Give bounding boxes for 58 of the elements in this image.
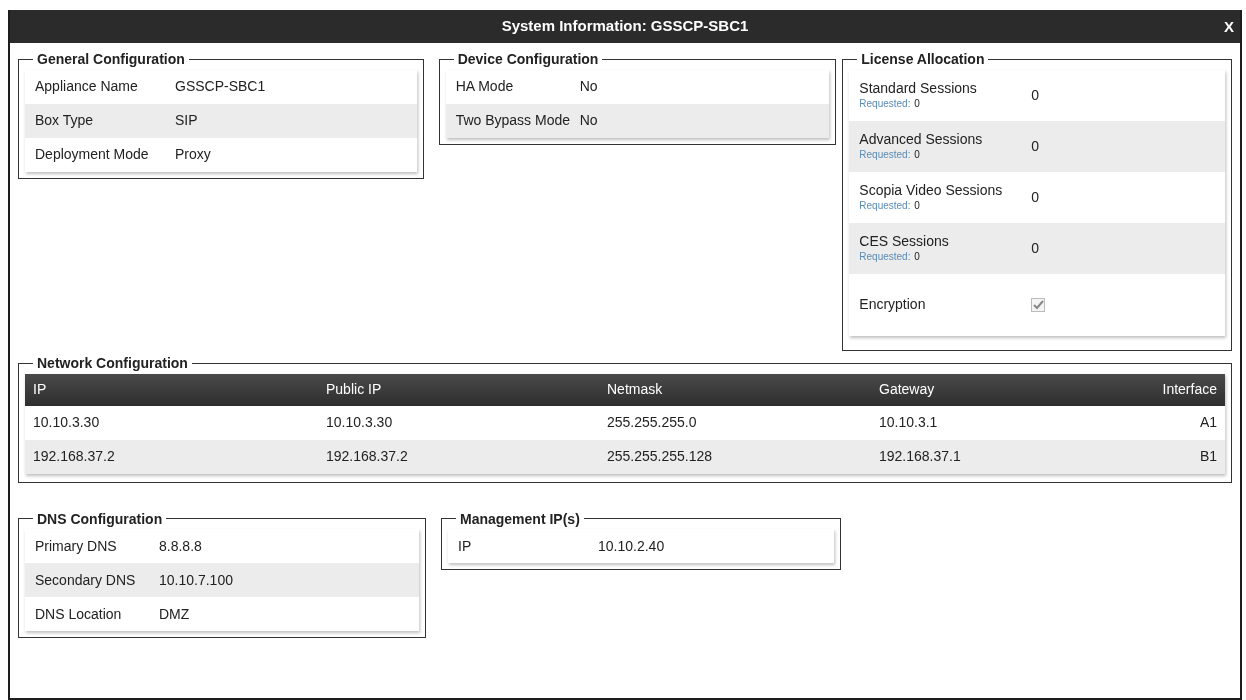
- requested-label: Requested:: [859, 149, 911, 161]
- requested-label: Requested:: [859, 200, 911, 212]
- requested-label: Requested:: [859, 98, 911, 110]
- group-title: Device Configuration: [456, 51, 600, 68]
- field-label: DNS Location: [35, 604, 123, 624]
- field-label: Two Bypass Mode: [455, 111, 571, 131]
- group-title: General Configuration: [36, 51, 186, 68]
- field-value: No: [579, 111, 598, 131]
- group-title: DNS Configuration: [36, 510, 164, 528]
- field-value: DMZ: [159, 604, 190, 624]
- field-label: Advanced Sessions: [859, 131, 984, 147]
- requested-value: 0: [914, 98, 920, 110]
- field-value: 0: [1031, 136, 1040, 156]
- group-title: Management IP(s): [459, 510, 581, 528]
- field-label: Primary DNS: [35, 536, 118, 556]
- requested-value: 0: [914, 251, 920, 263]
- field-label: Secondary DNS: [35, 570, 137, 590]
- field-value: 8.8.8.8: [159, 536, 202, 556]
- table-cell: 10.10.3.1: [871, 405, 1145, 440]
- column-header: Public IP: [318, 373, 599, 406]
- field-label: Encryption: [859, 297, 927, 313]
- table-cell: 192.168.37.2: [25, 439, 318, 474]
- field-value: SIP: [175, 111, 198, 131]
- field-label: Box Type: [35, 111, 95, 131]
- column-header: Interface: [1145, 373, 1225, 406]
- table-cell: 10.10.3.30: [318, 405, 599, 440]
- field-value: 0: [1031, 238, 1040, 258]
- field-label: Deployment Mode: [35, 145, 150, 165]
- table-cell: 10.10.3.30: [25, 405, 318, 440]
- field-value: No: [579, 77, 598, 97]
- close-button[interactable]: X: [1222, 16, 1236, 39]
- field-label: Scopia Video Sessions: [859, 182, 1004, 198]
- field-label: CES Sessions: [859, 233, 950, 249]
- requested-value: 0: [914, 200, 920, 212]
- field-value: Proxy: [175, 145, 211, 165]
- column-header: Gateway: [871, 373, 1145, 406]
- requested-label: Requested:: [859, 251, 911, 263]
- field-value: 10.10.7.100: [159, 570, 233, 590]
- field-label: IP: [458, 536, 473, 556]
- field-label: Standard Sessions: [859, 80, 978, 96]
- requested-value: 0: [914, 149, 920, 161]
- group-title: License Allocation: [860, 51, 986, 68]
- column-header: IP: [25, 373, 318, 406]
- field-value: 0: [1031, 85, 1040, 105]
- field-label: Appliance Name: [35, 77, 139, 97]
- table-cell: B1: [1145, 439, 1225, 474]
- field-value: 10.10.2.40: [598, 536, 665, 556]
- table-cell: A1: [1145, 405, 1225, 440]
- field-label: HA Mode: [455, 77, 515, 97]
- column-header: Netmask: [599, 373, 871, 406]
- table-cell: 255.255.255.0: [599, 405, 871, 440]
- field-value: GSSCP-SBC1: [175, 77, 266, 97]
- window-title: System Information: GSSCP-SBC1: [501, 16, 749, 37]
- table-cell: 192.168.37.2: [318, 439, 599, 474]
- group-title: Network Configuration: [36, 354, 189, 372]
- table-cell: 192.168.37.1: [871, 439, 1145, 474]
- table-cell: 255.255.255.128: [599, 439, 871, 474]
- field-value: 0: [1031, 187, 1040, 207]
